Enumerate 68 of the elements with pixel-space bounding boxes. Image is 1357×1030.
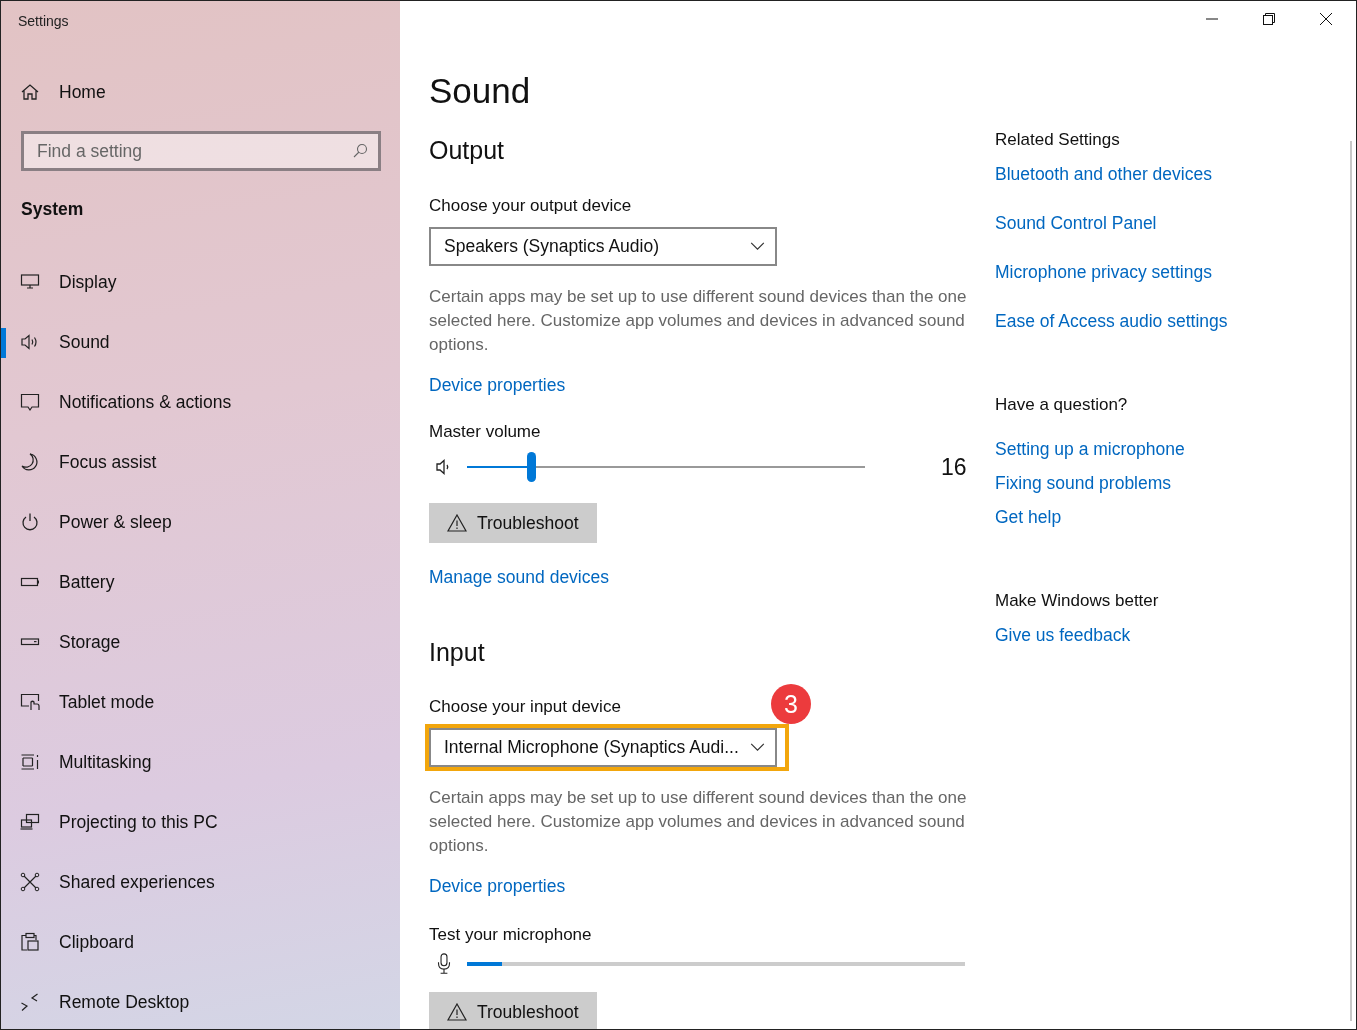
search-input[interactable]: Find a setting xyxy=(24,139,352,163)
nav-item[interactable]: Remote Desktop xyxy=(1,972,400,1029)
nav-item[interactable]: Display xyxy=(1,252,400,312)
network-icon xyxy=(20,872,40,892)
nav-item[interactable]: Focus assist xyxy=(1,432,400,492)
device-dropdown[interactable]: Internal Microphone (Synaptics Audi... xyxy=(429,728,777,767)
close-icon[interactable] xyxy=(1320,13,1332,25)
group-heading: Related Settings xyxy=(995,129,1120,151)
nav-item[interactable]: Notifications & actions xyxy=(1,372,400,432)
nav-item[interactable]: Power & sleep xyxy=(1,492,400,552)
monitor-icon xyxy=(20,272,40,292)
description-text: Certain apps may be set up to use different sound devices than the one selected here. Customize app volumes and devices in advanced sound options. xyxy=(429,787,968,857)
section-heading: System xyxy=(20,198,85,221)
home-item[interactable]: Home xyxy=(1,62,400,122)
clipboard-icon xyxy=(20,932,40,952)
restore-icon[interactable] xyxy=(1263,13,1275,25)
help-link[interactable]: Ease of Access audio settings xyxy=(995,309,1228,333)
page-title: Sound xyxy=(429,70,531,112)
troubleshoot-button[interactable]: Troubleshoot xyxy=(429,503,597,543)
multitask-icon xyxy=(20,752,40,772)
power-icon xyxy=(20,512,40,532)
help-link[interactable]: Microphone privacy settings xyxy=(995,260,1212,284)
remote-icon xyxy=(20,992,40,1012)
volume-reading: 16 xyxy=(941,453,967,481)
manage-devices-link[interactable]: Manage sound devices xyxy=(429,565,609,589)
search-icon xyxy=(352,143,368,159)
help-link[interactable]: Give us feedback xyxy=(995,623,1131,647)
troubleshoot-button[interactable]: Troubleshoot xyxy=(429,992,597,1029)
nav-item[interactable]: Battery xyxy=(1,552,400,612)
search-field[interactable]: Find a setting xyxy=(21,131,381,171)
description-text: Certain apps may be set up to use different sound devices than the one selected here. Customize app volumes and devices in advanced sound options. xyxy=(429,286,968,356)
group-heading: Have a question? xyxy=(995,394,1128,416)
nav-item[interactable]: Clipboard xyxy=(1,912,400,972)
nav-item[interactable]: Tablet mode xyxy=(1,672,400,732)
devices-icon xyxy=(20,812,40,832)
field-label: Master volume xyxy=(429,421,541,443)
nav-item[interactable]: Multitasking xyxy=(1,732,400,792)
field-label: Test your microphone xyxy=(429,924,592,946)
nav-item[interactable]: Projecting to this PC xyxy=(1,792,400,852)
window-title: Settings xyxy=(17,12,70,29)
field-label: Choose your output device xyxy=(429,195,632,217)
nav-item[interactable]: Storage xyxy=(1,612,400,672)
device-properties-link[interactable]: Device properties xyxy=(429,874,566,898)
help-link[interactable]: Fixing sound problems xyxy=(995,471,1172,495)
help-link[interactable]: Setting up a microphone xyxy=(995,437,1185,461)
group-heading: Make Windows better xyxy=(995,590,1159,612)
nav-item[interactable]: Shared experiences xyxy=(1,852,400,912)
slider-thumb[interactable] xyxy=(526,452,536,482)
step-badge: 3 xyxy=(771,684,811,724)
chevron-icon xyxy=(750,242,765,251)
speaker-icon xyxy=(20,332,40,352)
field-label: Choose your input device xyxy=(429,696,621,718)
warning-icon xyxy=(447,514,467,532)
help-link[interactable]: Get help xyxy=(995,505,1062,529)
section-heading: Input xyxy=(429,637,485,668)
device-properties-link[interactable]: Device properties xyxy=(429,373,566,397)
volume-slider[interactable] xyxy=(467,452,865,482)
help-link[interactable]: Bluetooth and other devices xyxy=(995,162,1212,186)
nav-item[interactable]: Sound xyxy=(1,312,400,372)
moon-icon xyxy=(20,452,40,472)
help-link[interactable]: Sound Control Panel xyxy=(995,211,1157,235)
home-icon xyxy=(20,82,40,102)
warning-icon xyxy=(447,1003,467,1021)
message-icon xyxy=(20,392,40,412)
tablet-icon xyxy=(20,692,40,712)
device-dropdown[interactable]: Speakers (Synaptics Audio) xyxy=(429,227,777,266)
section-heading: Output xyxy=(429,135,505,166)
chevron-icon xyxy=(750,743,765,752)
